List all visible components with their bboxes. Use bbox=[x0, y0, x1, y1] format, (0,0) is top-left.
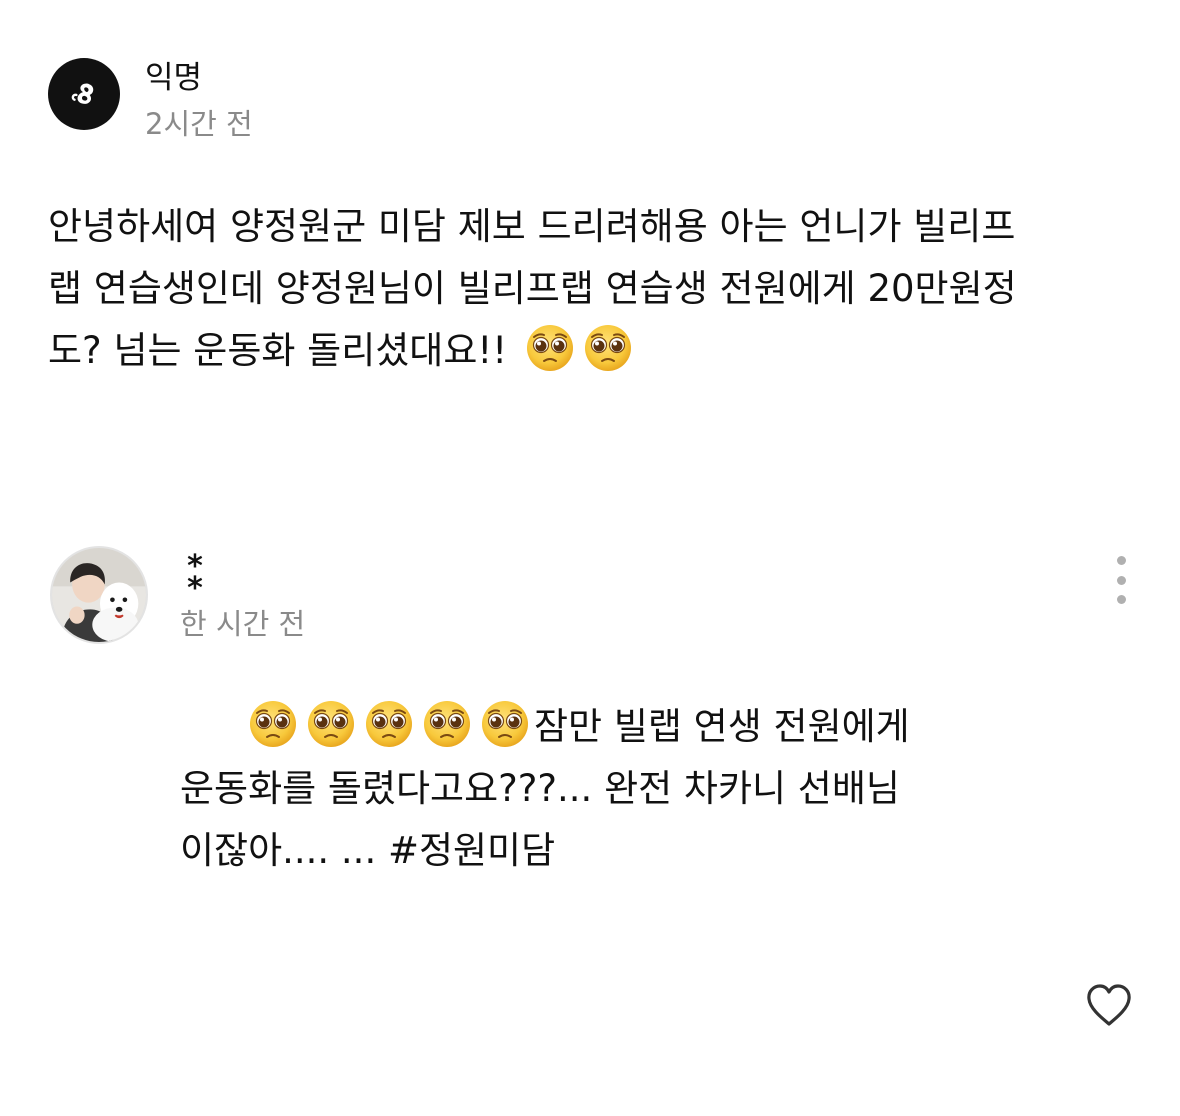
more-vertical-icon-dot bbox=[1116, 575, 1126, 585]
anonymous-logo-icon bbox=[71, 83, 94, 104]
comment-body-line: 잠만 빌랩 연생 전원에게 bbox=[180, 696, 1000, 758]
commenter-name-char: * bbox=[187, 549, 203, 584]
pleading-face-emoji bbox=[422, 699, 472, 749]
post-body: 안녕하세여 양정원군 미담 제보 드리려해용 아는 언니가 빌리프 랩 연습생인… bbox=[48, 196, 1138, 382]
post-body-line: 안녕하세여 양정원군 미담 제보 드리려해용 아는 언니가 빌리프 bbox=[48, 205, 1016, 248]
comment-body: 잠만 빌랩 연생 전원에게 운동화를 돌렸다고요???... 완전 차카니 선배… bbox=[180, 696, 1000, 882]
post-body-line: 랩 연습생인데 양정원님이 빌리프랩 연습생 전원에게 20만원정 bbox=[48, 267, 1017, 310]
pleading-face-emoji bbox=[525, 323, 575, 373]
pleading-face-emoji bbox=[480, 699, 530, 749]
more-options-button[interactable] bbox=[1108, 556, 1134, 604]
avatar-photo bbox=[52, 548, 146, 642]
comment-timestamp: 한 시간 전 bbox=[180, 607, 306, 641]
post-author-name[interactable]: 익명 bbox=[145, 58, 202, 98]
commenter-name-char: * bbox=[187, 571, 203, 606]
feed-page: 익명 2시간 전 안녕하세여 양정원군 미담 제보 드리려해용 아는 언니가 빌… bbox=[0, 0, 1180, 1116]
pleading-face-emoji bbox=[583, 323, 633, 373]
comment-body-text: 잠만 빌랩 연생 전원에게 bbox=[534, 705, 910, 748]
post-body-line: 도? 넘는 운동화 돌리셨대요!! bbox=[48, 320, 1138, 382]
post-author-avatar[interactable] bbox=[48, 58, 120, 130]
like-button[interactable] bbox=[1084, 982, 1134, 1030]
comment-body-line: 운동화를 돌렸다고요???... 완전 차카니 선배님 bbox=[180, 767, 900, 810]
commenter-avatar[interactable] bbox=[50, 546, 148, 644]
more-vertical-icon-dot bbox=[1116, 556, 1126, 565]
pleading-face-emoji bbox=[364, 699, 414, 749]
post-timestamp: 2시간 전 bbox=[145, 107, 253, 141]
pleading-face-emoji bbox=[248, 699, 298, 749]
comment-body-line: 이잖아.... ... #정원미담 bbox=[180, 829, 556, 872]
post-body-text: 도? 넘는 운동화 돌리셨대요!! bbox=[48, 329, 508, 372]
pleading-face-emoji bbox=[306, 699, 356, 749]
heart-outline-icon bbox=[1087, 984, 1131, 1026]
commenter-name[interactable]: * * bbox=[180, 549, 210, 606]
more-vertical-icon-dot bbox=[1116, 595, 1126, 604]
